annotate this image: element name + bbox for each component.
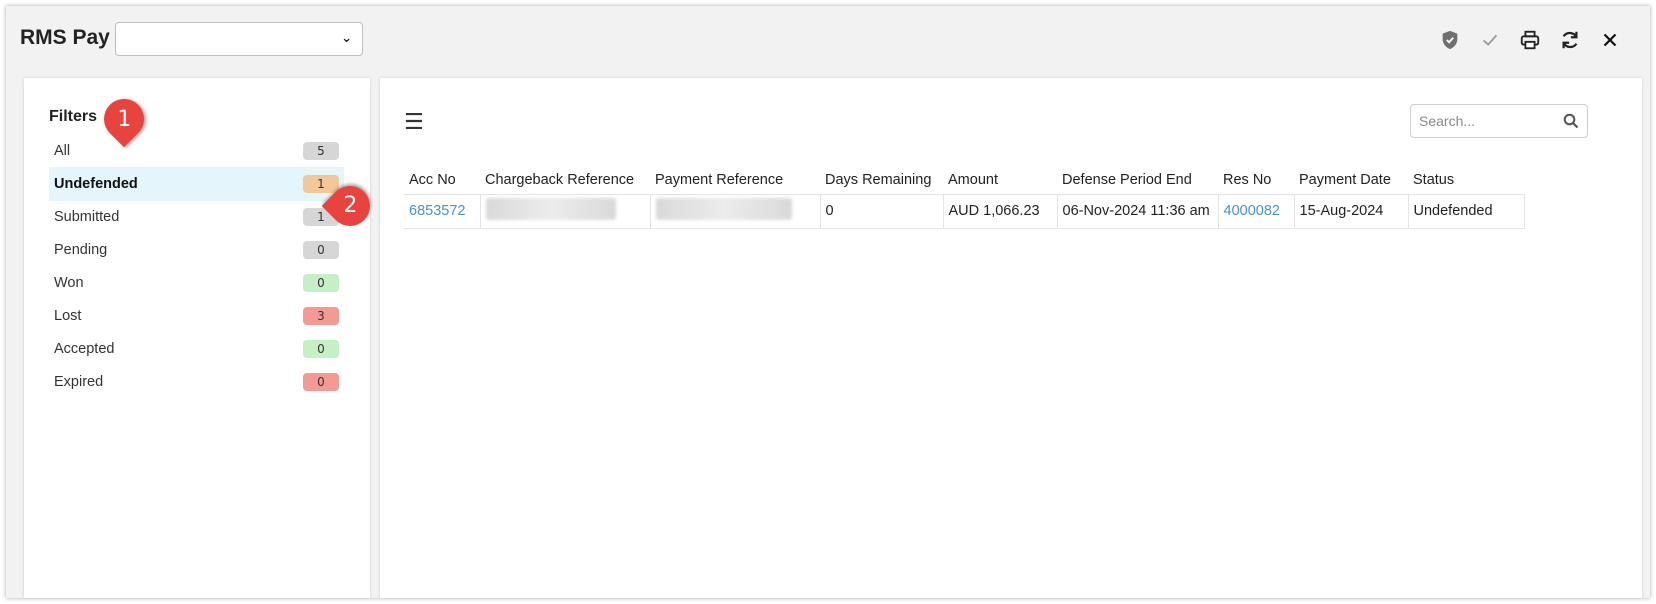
column-header-defense-period-end[interactable]: Defense Period End	[1057, 166, 1218, 195]
filter-label: Accepted	[54, 341, 115, 357]
column-header-acc-no[interactable]: Acc No	[404, 166, 480, 195]
table-header-row: Acc No Chargeback Reference Payment Refe…	[404, 166, 1524, 195]
res-no-link[interactable]: 4000082	[1218, 194, 1295, 229]
count-badge: 5	[303, 142, 339, 160]
app-title: RMS Pay	[20, 26, 110, 49]
chevron-down-icon: ⌄	[341, 31, 352, 46]
column-header-days-remaining[interactable]: Days Remaining	[820, 166, 943, 195]
status-cell: Undefended	[1408, 194, 1525, 229]
days-remaining-cell: 0	[820, 194, 944, 229]
column-header-payment-reference[interactable]: Payment Reference	[650, 166, 820, 195]
column-header-chargeback-reference[interactable]: Chargeback Reference	[480, 166, 650, 195]
hamburger-menu-icon[interactable]: ☰	[404, 112, 424, 134]
count-badge: 0	[303, 340, 339, 358]
table-row[interactable]: 6853572 0 AUD 1,066.23 06-Nov-2024 11:36…	[404, 194, 1525, 229]
filter-label: Submitted	[54, 209, 120, 225]
callout-number: 1	[117, 106, 131, 132]
filter-item-won[interactable]: Won 0	[49, 266, 344, 300]
acc-no-link[interactable]: 6853572	[404, 194, 481, 229]
search-box[interactable]	[1410, 104, 1588, 138]
search-input[interactable]	[1419, 111, 1549, 131]
payment-date-cell: 15-Aug-2024	[1294, 194, 1409, 229]
chargebacks-table: Acc No Chargeback Reference Payment Refe…	[404, 166, 1525, 229]
redacted-value	[655, 198, 792, 220]
filter-item-expired[interactable]: Expired 0	[49, 365, 344, 399]
filter-label: Expired	[54, 374, 104, 390]
column-header-status[interactable]: Status	[1408, 166, 1524, 195]
count-badge: 0	[303, 274, 339, 292]
chargebacks-panel: ☰ Acc No Chargeback Reference Payment Re…	[380, 78, 1642, 598]
column-header-payment-date[interactable]: Payment Date	[1294, 166, 1408, 195]
filter-item-submitted[interactable]: Submitted 1	[49, 200, 344, 234]
refresh-icon[interactable]	[1558, 28, 1582, 52]
count-badge: 1	[303, 175, 339, 193]
callout-number: 2	[343, 193, 357, 219]
filter-label: Undefended	[54, 176, 138, 192]
filter-item-lost[interactable]: Lost 3	[49, 299, 344, 333]
column-header-res-no[interactable]: Res No	[1218, 166, 1294, 195]
defense-period-end-cell: 06-Nov-2024 11:36 am	[1057, 194, 1219, 229]
shield-check-icon[interactable]	[1438, 28, 1462, 52]
payment-reference-cell	[650, 194, 821, 229]
printer-icon[interactable]	[1518, 28, 1542, 52]
filter-label: Pending	[54, 242, 108, 258]
amount-cell: AUD 1,066.23	[943, 194, 1058, 229]
filter-item-all[interactable]: All 5	[49, 134, 344, 168]
check-icon[interactable]	[1478, 28, 1502, 52]
close-icon[interactable]	[1598, 28, 1622, 52]
column-header-amount[interactable]: Amount	[943, 166, 1057, 195]
count-badge: 0	[303, 373, 339, 391]
filter-label: Lost	[54, 308, 82, 324]
rms-pay-window: RMS Pay ⌄ Filters All 5 Undefended 1 Sub…	[6, 6, 1650, 598]
filter-item-undefended[interactable]: Undefended 1	[49, 167, 344, 201]
filters-title: Filters	[49, 108, 98, 125]
toolbar	[1438, 28, 1622, 52]
count-badge: 0	[303, 241, 339, 259]
filter-label: All	[54, 143, 71, 159]
filters-panel: Filters All 5 Undefended 1 Submitted 1 P…	[24, 78, 370, 598]
filter-label: Won	[54, 275, 84, 291]
filter-item-accepted[interactable]: Accepted 0	[49, 332, 344, 366]
search-icon[interactable]	[1563, 113, 1579, 129]
chargeback-reference-cell	[480, 194, 651, 229]
count-badge: 3	[303, 307, 339, 325]
header-selector-dropdown[interactable]: ⌄	[115, 22, 363, 56]
filter-item-pending[interactable]: Pending 0	[49, 233, 344, 267]
redacted-value	[485, 198, 616, 220]
